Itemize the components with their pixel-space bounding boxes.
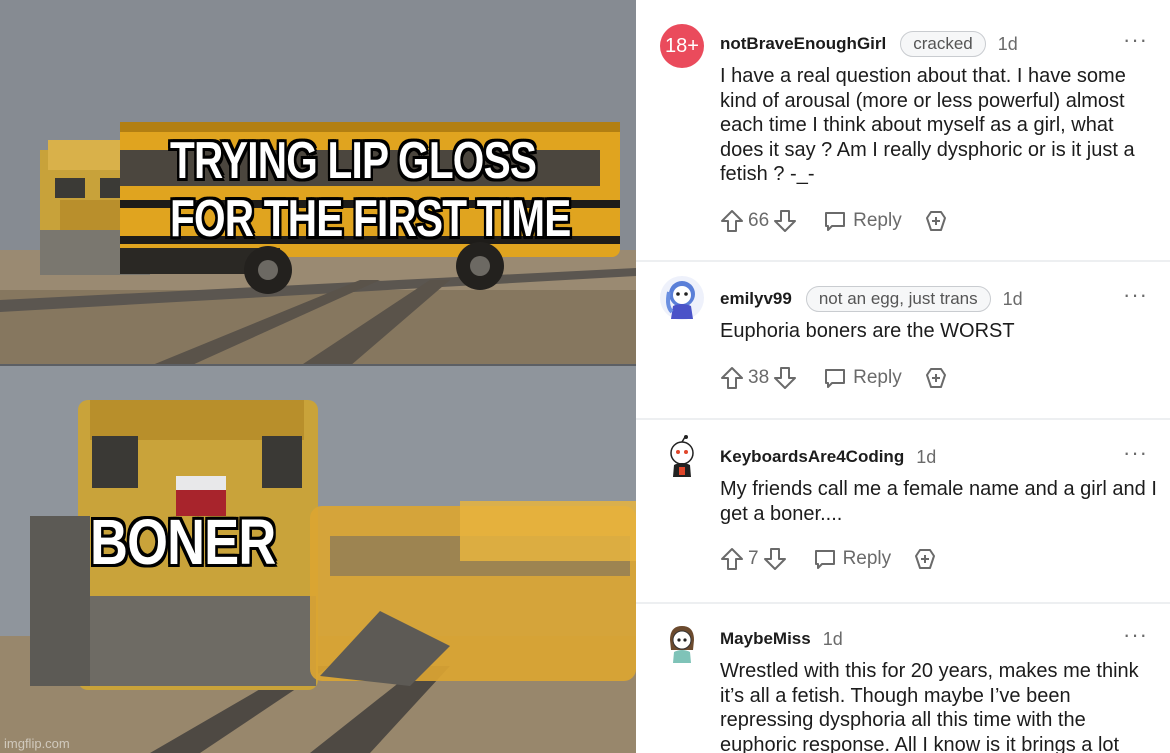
- meme-image: TRYING LIP GLOSS FOR THE FIRST TIME BONE…: [0, 0, 636, 753]
- more-options-button[interactable]: ···: [1123, 29, 1148, 51]
- vote-count: 7: [748, 548, 759, 569]
- upvote-icon[interactable]: [720, 366, 744, 390]
- chat-bubble-icon: [823, 209, 847, 233]
- username[interactable]: KeyboardsAre4Coding: [720, 447, 904, 467]
- comment-age: 1d: [1002, 288, 1023, 309]
- imgflip-watermark: imgflip.com: [4, 736, 70, 751]
- comment-meta: MaybeMiss 1d: [720, 625, 843, 653]
- chat-bubble-icon: [823, 366, 847, 390]
- comment-actions: 66 Reply: [720, 207, 948, 235]
- comment-body: My friends call me a female name and a g…: [720, 478, 1157, 525]
- more-options-button[interactable]: ···: [1123, 284, 1148, 306]
- upvote-icon[interactable]: [720, 547, 744, 571]
- comment-actions: 38 Reply: [720, 364, 948, 392]
- username[interactable]: emilyv99: [720, 289, 792, 309]
- meme-panel-bottom: BONER: [0, 366, 636, 753]
- comment: emilyv99 not an egg, just trans 1d ··· E…: [636, 262, 1170, 420]
- comment-meta: notBraveEnoughGirl cracked 1d: [720, 30, 1018, 58]
- reply-label: Reply: [853, 367, 902, 388]
- more-options-button[interactable]: ···: [1123, 624, 1148, 646]
- comment-age: 1d: [822, 628, 843, 649]
- comment-body: Euphoria boners are the WORST: [720, 320, 1015, 342]
- comment-body: Wrestled with this for 20 years, makes m…: [720, 660, 1139, 753]
- avatar[interactable]: [660, 620, 704, 664]
- comment-meta: KeyboardsAre4Coding 1d: [720, 443, 936, 471]
- downvote-icon[interactable]: [763, 547, 787, 571]
- reply-button[interactable]: Reply: [823, 209, 902, 233]
- meme-top-caption-line1: TRYING LIP GLOSS: [170, 132, 537, 190]
- comment-body: I have a real question about that. I hav…: [720, 65, 1135, 185]
- award-icon[interactable]: [924, 209, 948, 233]
- comment-thread: 18+ notBraveEnoughGirl cracked 1d ··· I …: [636, 0, 1170, 753]
- comment: MaybeMiss 1d ··· Wrestled with this for …: [636, 604, 1170, 753]
- snoo-avatar-icon: [666, 281, 695, 319]
- chat-bubble-icon: [813, 547, 837, 571]
- snoo-avatar-icon: [670, 626, 694, 663]
- avatar[interactable]: [660, 434, 704, 478]
- reply-label: Reply: [853, 210, 902, 231]
- user-flair: not an egg, just trans: [805, 286, 991, 312]
- username[interactable]: MaybeMiss: [720, 629, 811, 649]
- award-icon[interactable]: [924, 366, 948, 390]
- avatar[interactable]: [660, 276, 704, 320]
- downvote-icon[interactable]: [773, 209, 797, 233]
- vote-count: 38: [748, 367, 770, 388]
- comment-age: 1d: [916, 446, 937, 467]
- snoo-avatar-icon: [670, 435, 694, 477]
- vote-count: 66: [748, 210, 770, 231]
- award-icon[interactable]: [913, 547, 937, 571]
- nsfw-avatar[interactable]: 18+: [660, 24, 704, 68]
- downvote-icon[interactable]: [773, 366, 797, 390]
- meme-bottom-caption: BONER: [90, 506, 276, 578]
- comment-actions: 7 Reply: [720, 545, 937, 573]
- meme-top-caption-line2: FOR THE FIRST TIME: [170, 190, 571, 248]
- username[interactable]: notBraveEnoughGirl: [720, 34, 886, 54]
- upvote-icon[interactable]: [720, 209, 744, 233]
- comment: 18+ notBraveEnoughGirl cracked 1d ··· I …: [636, 0, 1170, 262]
- comment-meta: emilyv99 not an egg, just trans 1d: [720, 285, 1023, 313]
- comment-age: 1d: [997, 33, 1018, 54]
- reply-button[interactable]: Reply: [813, 547, 892, 571]
- meme-top-caption: TRYING LIP GLOSS FOR THE FIRST TIME: [170, 132, 571, 248]
- reply-button[interactable]: Reply: [823, 366, 902, 390]
- more-options-button[interactable]: ···: [1123, 442, 1148, 464]
- meme-panel-top: TRYING LIP GLOSS FOR THE FIRST TIME: [0, 0, 636, 366]
- user-flair: cracked: [900, 31, 986, 57]
- comment: KeyboardsAre4Coding 1d ··· My friends ca…: [636, 420, 1170, 604]
- reply-label: Reply: [842, 548, 892, 569]
